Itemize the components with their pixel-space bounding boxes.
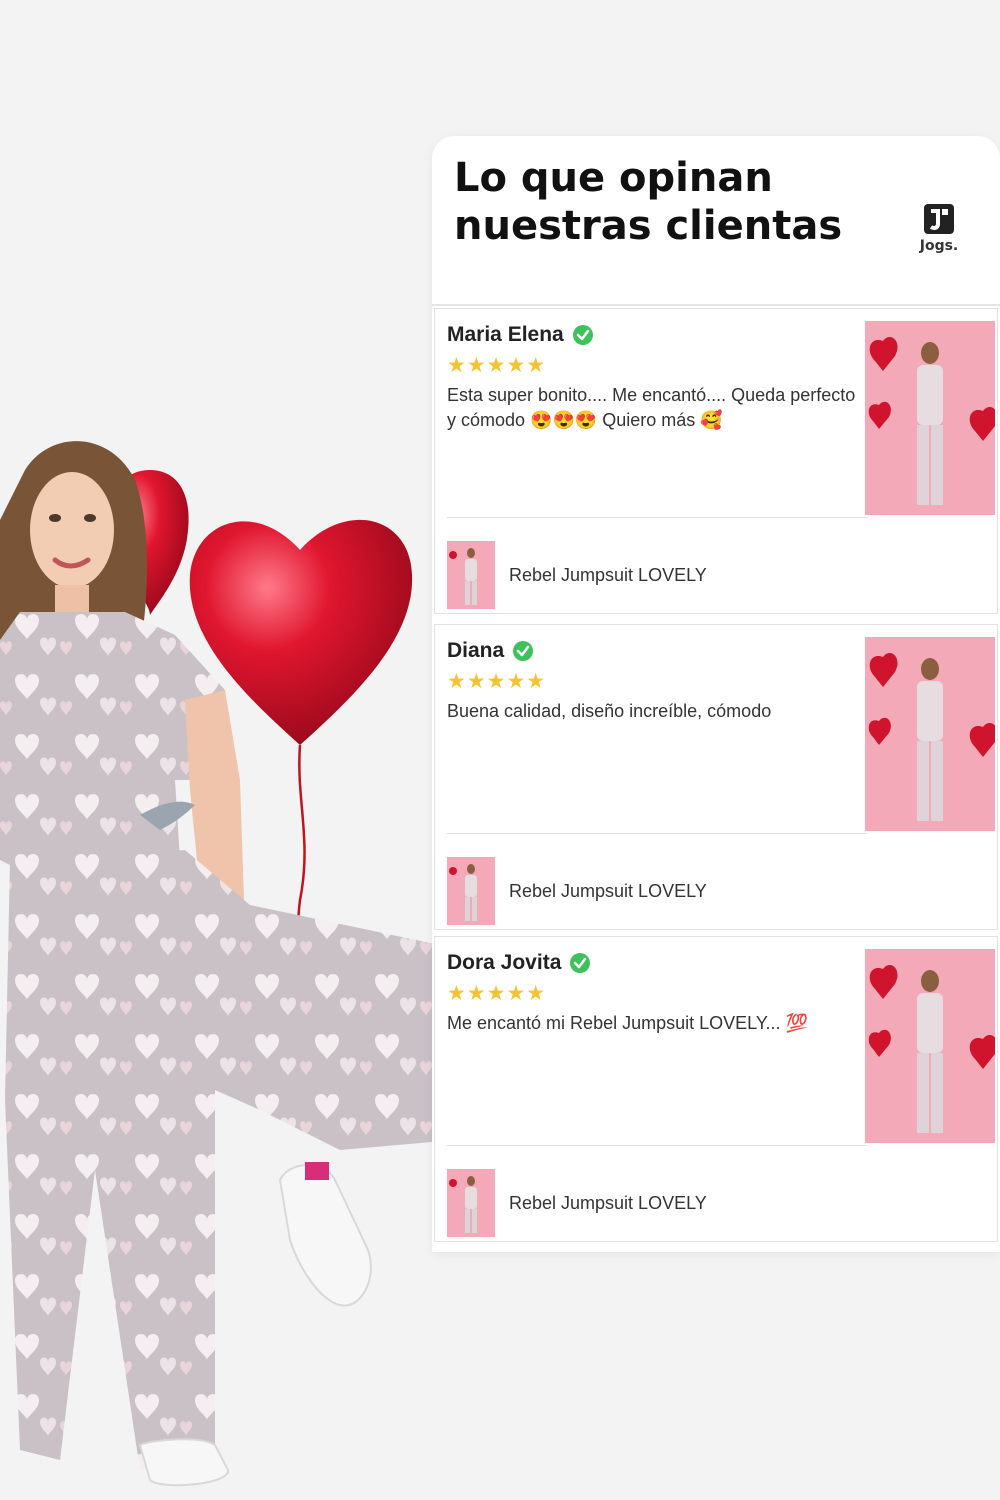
reviewer-name: Maria Elena [447,323,564,346]
jogs-logo-icon [924,204,954,234]
product-name-link[interactable]: Rebel Jumpsuit LOVELY [509,1193,707,1214]
reviews-panel: Lo que opinan nuestras clientas Jogs. Ma… [432,136,1000,1252]
review-card: Diana ★★★★★ Buena calidad, diseño increí… [434,624,998,930]
model-photo [0,0,470,1500]
reviewer: Dora Jovita [447,951,591,975]
review-photo[interactable] [865,949,995,1143]
product-thumbnail[interactable] [447,1169,495,1237]
review-card: Maria Elena ★★★★★ Esta super bonito.... … [434,308,998,614]
divider [447,517,867,518]
model-with-balloons-illustration [0,441,455,1487]
verified-check-icon [570,953,591,973]
star-rating: ★★★★★ [447,982,547,1005]
brand-logo: Jogs. [916,202,962,264]
review-text: Me encantó mi Rebel Jumpsuit LOVELY... 💯 [447,1013,808,1033]
review-text: Buena calidad, diseño increíble, cómodo [447,701,772,721]
reviewer-name: Dora Jovita [447,951,562,974]
review-text: Esta super bonito.... Me encantó.... Que… [447,385,856,430]
star-rating: ★★★★★ [447,670,547,693]
product-thumbnail[interactable] [447,541,495,609]
review-photo[interactable] [865,321,995,515]
verified-check-icon [572,325,593,345]
reviewer-name: Diana [447,639,505,662]
verified-check-icon [513,641,534,661]
reviewer: Diana [447,639,534,663]
page-title: Lo que opinan nuestras clientas [454,155,843,249]
product-name-link[interactable]: Rebel Jumpsuit LOVELY [509,565,707,586]
panel-header: Lo que opinan nuestras clientas Jogs. [432,136,1000,306]
divider [447,833,867,834]
product-thumbnail[interactable] [447,857,495,925]
reviewer: Maria Elena [447,323,594,347]
brand-name: Jogs. [919,238,959,254]
review-photo[interactable] [865,637,995,831]
divider [447,1145,867,1146]
review-card: Dora Jovita ★★★★★ Me encantó mi Rebel Ju… [434,936,998,1242]
product-name-link[interactable]: Rebel Jumpsuit LOVELY [509,881,707,902]
star-rating: ★★★★★ [447,354,547,377]
